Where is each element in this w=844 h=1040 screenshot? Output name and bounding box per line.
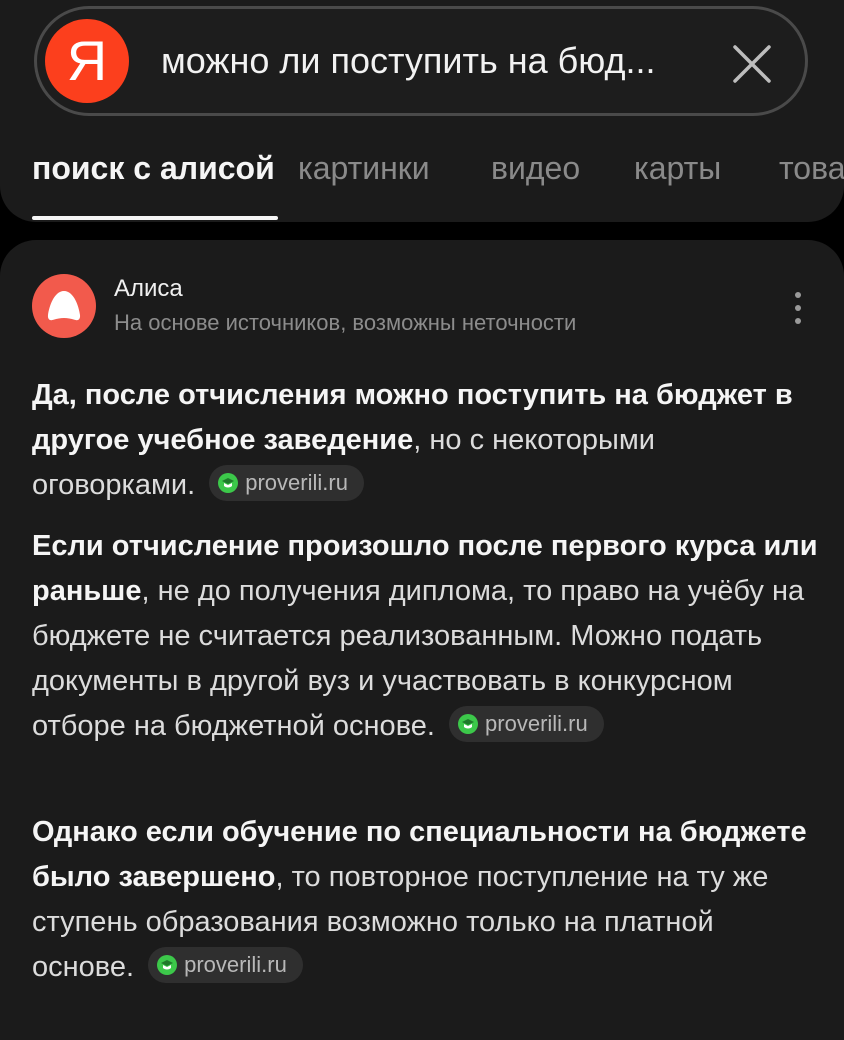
source-chip[interactable]: proverili.ru	[148, 947, 303, 984]
more-options-button[interactable]	[786, 290, 810, 326]
more-dot	[795, 305, 801, 311]
tab-maps[interactable]: карты	[634, 146, 721, 190]
tab-goods[interactable]: това	[779, 146, 844, 190]
source-site-icon	[218, 472, 239, 493]
source-label: proverili.ru	[485, 711, 588, 737]
tab-video[interactable]: видео	[491, 146, 580, 190]
search-tabs: поиск с алисой картинки видео карты това	[0, 146, 844, 196]
clear-search-button[interactable]	[727, 39, 777, 89]
source-chip[interactable]: proverili.ru	[449, 706, 604, 743]
tab-images[interactable]: картинки	[298, 146, 430, 190]
source-label: proverili.ru	[184, 952, 287, 978]
tab-alice-search[interactable]: поиск с алисой	[32, 146, 275, 190]
more-dots-icon	[795, 292, 801, 298]
yandex-logo[interactable]: Я	[45, 19, 129, 103]
answer-disclaimer: На основе источников, возможны неточност…	[114, 310, 577, 335]
answer-paragraph: Да, после отчисления можно поступить на …	[32, 373, 822, 508]
answer-paragraph: Однако если обучение по специальности на…	[32, 810, 822, 990]
search-bar[interactable]: Я можно ли поступить на бюд...	[34, 6, 808, 116]
answer-author: Алиса	[114, 275, 183, 302]
answer-paragraph: Если отчисление произошло после первого …	[32, 524, 822, 749]
source-site-icon	[458, 713, 479, 734]
alice-avatar	[32, 274, 96, 338]
close-icon	[733, 45, 771, 83]
search-input[interactable]: можно ли поступить на бюд...	[161, 37, 691, 85]
active-tab-indicator	[32, 216, 278, 220]
top-panel: Я можно ли поступить на бюд... поиск с а…	[0, 0, 844, 222]
answer-paragraph-text: , не до получения диплома, то право на у…	[32, 575, 805, 742]
source-site-icon	[157, 954, 178, 975]
source-label: proverili.ru	[245, 470, 348, 496]
alice-logo-icon	[47, 291, 81, 321]
alice-answer-card: Алиса На основе источников, возможны нет…	[0, 240, 844, 1040]
source-chip[interactable]: proverili.ru	[209, 465, 364, 502]
more-dot	[795, 318, 801, 324]
